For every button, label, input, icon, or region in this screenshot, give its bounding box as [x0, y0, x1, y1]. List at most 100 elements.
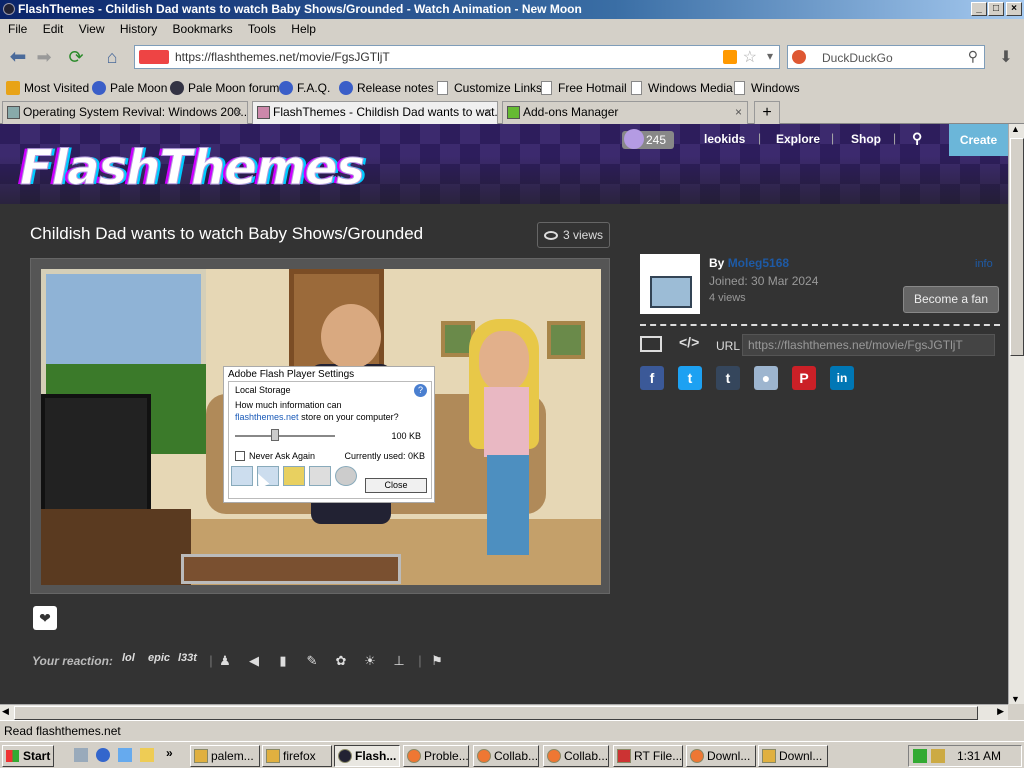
scrollbar-thumb[interactable]	[1010, 138, 1024, 356]
menu-history[interactable]: History	[120, 22, 157, 36]
menu-view[interactable]: View	[79, 22, 105, 36]
forward-icon[interactable]: ➡	[30, 44, 58, 70]
scrollbar-thumb[interactable]	[14, 706, 978, 720]
privacy-tab-icon[interactable]	[231, 466, 253, 486]
bookmark-free-hotmail[interactable]: Free Hotmail	[540, 80, 627, 96]
embed-code-icon[interactable]: </>	[679, 334, 699, 350]
start-button[interactable]: Start	[2, 745, 54, 767]
reload-icon[interactable]: ⟳	[62, 44, 90, 70]
site-logo[interactable]: FlashThemes	[20, 140, 366, 197]
never-ask-checkbox[interactable]	[235, 451, 245, 461]
scroll-left-icon[interactable]: ◀	[2, 706, 9, 717]
email-icon[interactable]	[640, 336, 662, 352]
taskbar-button[interactable]: Downl...	[758, 745, 828, 767]
lightbulb-icon[interactable]: ☀	[363, 654, 377, 668]
search-input[interactable]: DuckDuckGo	[822, 51, 893, 65]
search-icon[interactable]: ⚲	[912, 130, 922, 147]
taskbar-button[interactable]: Downl...	[686, 745, 756, 767]
menu-edit[interactable]: Edit	[43, 22, 64, 36]
stamp-icon[interactable]: ⊥	[392, 654, 406, 668]
back-icon[interactable]: ⬅	[4, 44, 32, 70]
nav-explore[interactable]: Explore	[776, 132, 820, 146]
people-icon[interactable]: ♟	[218, 654, 232, 668]
duckduckgo-icon[interactable]	[792, 50, 806, 64]
tab-addons-manager[interactable]: Add-ons Manager ×	[502, 101, 748, 124]
tumblr-icon[interactable]: t	[716, 366, 740, 390]
reaction-lol[interactable]: lol	[122, 652, 135, 664]
become-fan-button[interactable]: Become a fan	[903, 286, 999, 313]
twitter-icon[interactable]: t	[678, 366, 702, 390]
scroll-right-icon[interactable]: ▶	[997, 706, 1004, 717]
scroll-down-icon[interactable]: ▼	[1011, 694, 1020, 704]
pinterest-icon[interactable]: P	[792, 366, 816, 390]
horizontal-scrollbar[interactable]: ◀ ▶	[0, 704, 1008, 720]
reddit-icon[interactable]: ●	[754, 366, 778, 390]
tab-windows-2000[interactable]: Operating System Revival: Windows 200...…	[2, 101, 248, 124]
like-button[interactable]: ❤	[33, 606, 57, 630]
share-url-field[interactable]: https://flashthemes.net/movie/FgsJGTljT	[742, 334, 995, 356]
show-desktop-icon[interactable]	[74, 748, 88, 762]
search-box[interactable]: DuckDuckGo ⚲	[787, 45, 985, 69]
storage-slider-knob[interactable]	[271, 429, 279, 441]
nav-user[interactable]: leokids	[704, 132, 745, 146]
create-button[interactable]: Create	[949, 124, 1008, 156]
brush-icon[interactable]: ✎	[305, 654, 319, 668]
reaction-l33t[interactable]: l33t	[178, 652, 197, 664]
vertical-scrollbar[interactable]: ▲ ▼	[1008, 124, 1024, 704]
minimize-button[interactable]: _	[971, 2, 987, 16]
volume-icon[interactable]	[931, 749, 945, 763]
bookmark-release-notes[interactable]: Release notes	[339, 80, 434, 96]
scroll-up-icon[interactable]: ▲	[1011, 124, 1020, 134]
outlook-icon[interactable]	[118, 748, 132, 762]
author-info-link[interactable]: info	[975, 258, 993, 270]
home-icon[interactable]: ⌂	[98, 44, 126, 70]
storage-slider-track[interactable]	[235, 435, 335, 437]
taskbar-button[interactable]: palem...	[190, 745, 260, 767]
clock[interactable]: 1:31 AM	[957, 746, 1001, 766]
camera-tab-icon[interactable]	[335, 466, 357, 486]
site-identity-icon[interactable]	[139, 50, 169, 64]
taskbar-button[interactable]: firefox	[262, 745, 332, 767]
tab-flashthemes[interactable]: FlashThemes - Childish Dad wants to wat.…	[252, 101, 498, 124]
menu-file[interactable]: File	[8, 22, 27, 36]
rss-icon[interactable]	[723, 50, 737, 64]
star-icon[interactable]: ☆	[743, 47, 757, 67]
downloads-icon[interactable]: ⬇	[992, 47, 1020, 69]
bookmark-faq[interactable]: F.A.Q.	[279, 80, 330, 96]
help-icon[interactable]: ?	[414, 384, 427, 397]
search-icon[interactable]	[140, 748, 154, 762]
bookmark-windows-media[interactable]: Windows Media	[630, 80, 733, 96]
flag-icon[interactable]: ⚑	[430, 654, 444, 668]
author-avatar[interactable]	[640, 254, 700, 314]
microphone-tab-icon[interactable]	[309, 466, 331, 486]
author-name-link[interactable]: Moleg5168	[728, 256, 789, 270]
download-tab-icon[interactable]	[283, 466, 305, 486]
address-bar[interactable]: https://flashthemes.net/movie/FgsJGTljT …	[134, 45, 780, 69]
taskbar-button[interactable]: Proble...	[403, 745, 469, 767]
search-icon[interactable]: ⚲	[968, 48, 978, 65]
taskbar-button[interactable]: RT File...	[613, 745, 683, 767]
video-player[interactable]: Adobe Flash Player Settings Local Storag…	[30, 258, 610, 594]
nav-shop[interactable]: Shop	[851, 132, 881, 146]
linkedin-icon[interactable]: in	[830, 366, 854, 390]
ie-icon[interactable]	[96, 748, 110, 762]
bookmark-most-visited[interactable]: Most Visited	[6, 80, 89, 96]
taskbar-button[interactable]: Collab...	[473, 745, 539, 767]
palette-icon[interactable]: ✿	[334, 654, 348, 668]
speaker-icon[interactable]: ◀	[247, 654, 261, 668]
chevron-down-icon[interactable]: ▾	[767, 49, 773, 63]
menu-help[interactable]: Help	[291, 22, 316, 36]
reaction-epic[interactable]: epic	[148, 652, 170, 664]
network-icon[interactable]	[913, 749, 927, 763]
dialog-close-button[interactable]: Close	[365, 478, 427, 493]
microphone-icon[interactable]: ▮	[276, 654, 290, 668]
chevron-right-icon[interactable]: »	[166, 746, 173, 760]
close-tab-icon[interactable]: ×	[235, 102, 242, 123]
menu-bookmarks[interactable]: Bookmarks	[173, 22, 233, 36]
maximize-button[interactable]: □	[988, 2, 1004, 16]
close-tab-icon[interactable]: ×	[485, 102, 492, 123]
facebook-icon[interactable]: f	[640, 366, 664, 390]
menu-tools[interactable]: Tools	[248, 22, 276, 36]
coin-balance[interactable]: 245	[622, 129, 675, 149]
bookmark-pale-moon[interactable]: Pale Moon	[92, 80, 167, 96]
